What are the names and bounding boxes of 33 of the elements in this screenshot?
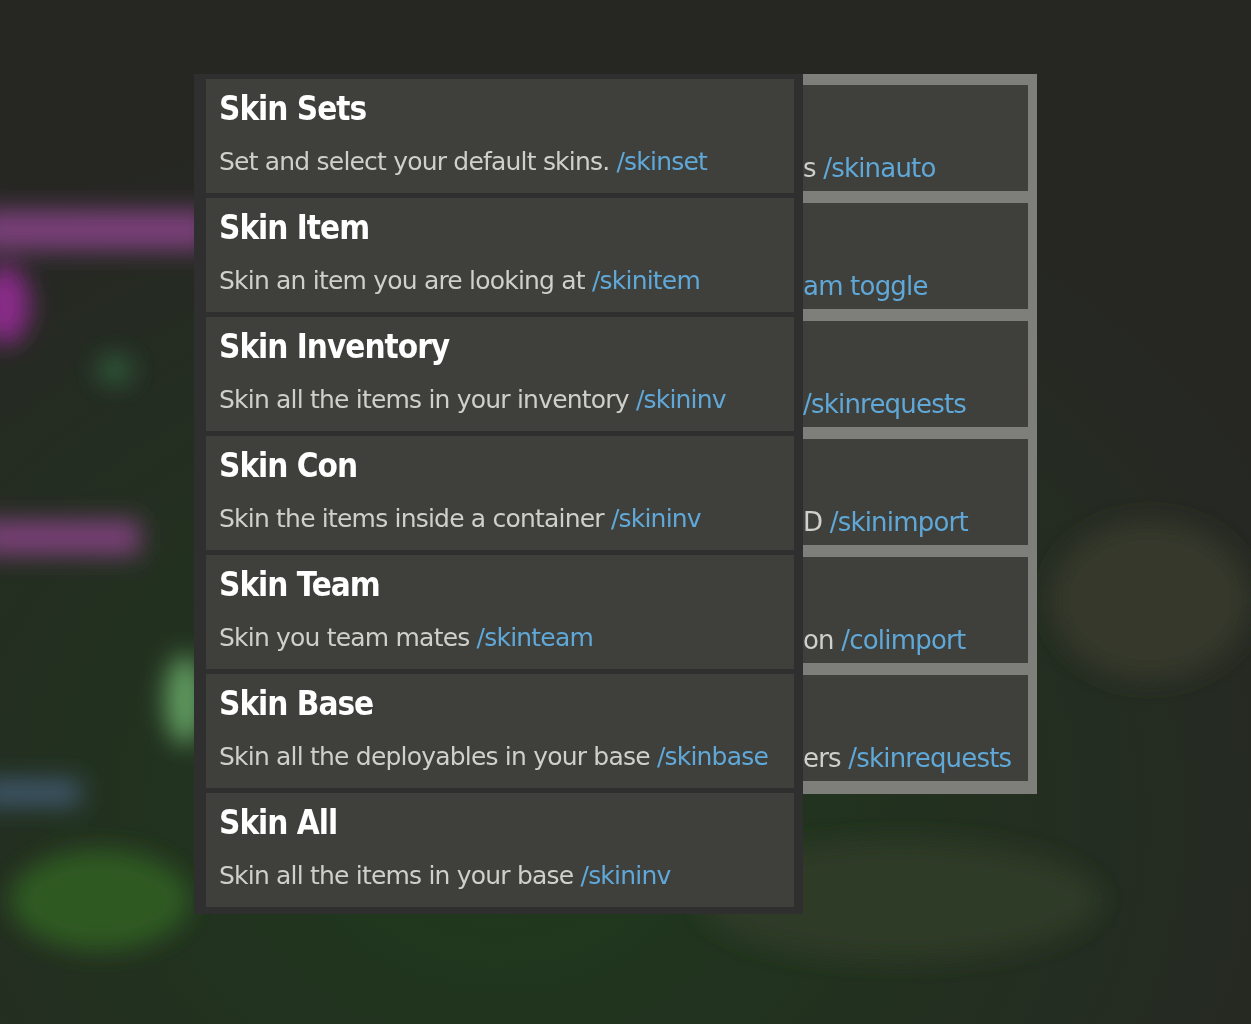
command-description: Skin you team mates /skinteam xyxy=(219,623,593,653)
command-card[interactable]: Skin Con Skin the items inside a container /skininv xyxy=(206,436,794,550)
command-card[interactable]: Skin Sets Set and select your default skins. /skinset xyxy=(206,79,794,193)
command-description: on /colimport xyxy=(803,625,966,655)
command-description: /skinrequests xyxy=(803,389,967,419)
command-card[interactable]: /skinrequests xyxy=(803,321,1028,427)
command-card[interactable]: ers /skinrequests xyxy=(803,675,1028,781)
command-title: Skin Base xyxy=(219,684,374,724)
command-description: Skin all the items in your inventory /skininv xyxy=(219,385,726,415)
command-description: Skin all the items in your base /skininv xyxy=(219,861,671,891)
command-card[interactable]: Skin Inventory Skin all the items in your inventory /skininv xyxy=(206,317,794,431)
command-card[interactable]: s /skinauto xyxy=(803,85,1028,191)
command-title: Skin Sets xyxy=(219,89,367,129)
command-description: am toggle xyxy=(803,271,928,301)
command-card[interactable]: Skin All Skin all the items in your base /skininv xyxy=(206,793,794,907)
command-title: Skin Inventory xyxy=(219,327,450,367)
command-title: Skin Con xyxy=(219,446,358,486)
command-description: s /skinauto xyxy=(803,153,936,183)
command-card[interactable]: Skin Item Skin an item you are looking at /skinitem xyxy=(206,198,794,312)
command-description: Skin an item you are looking at /skinitem xyxy=(219,266,700,296)
command-title: Skin Team xyxy=(219,565,380,605)
command-description: ers /skinrequests xyxy=(803,743,1012,773)
command-description: Set and select your default skins. /skinset xyxy=(219,147,708,177)
command-card[interactable]: am toggle xyxy=(803,203,1028,309)
command-description: Skin the items inside a container /skininv xyxy=(219,504,701,534)
command-description: Skin all the deployables in your base /skinbase xyxy=(219,742,769,772)
command-card[interactable]: Skin Base Skin all the deployables in your base /skinbase xyxy=(206,674,794,788)
command-description: D /skinimport xyxy=(803,507,968,537)
command-title: Skin Item xyxy=(219,208,370,248)
command-card[interactable]: on /colimport xyxy=(803,557,1028,663)
command-card[interactable]: Skin Team Skin you team mates /skinteam xyxy=(206,555,794,669)
command-card[interactable]: D /skinimport xyxy=(803,439,1028,545)
command-title: Skin All xyxy=(219,803,338,843)
